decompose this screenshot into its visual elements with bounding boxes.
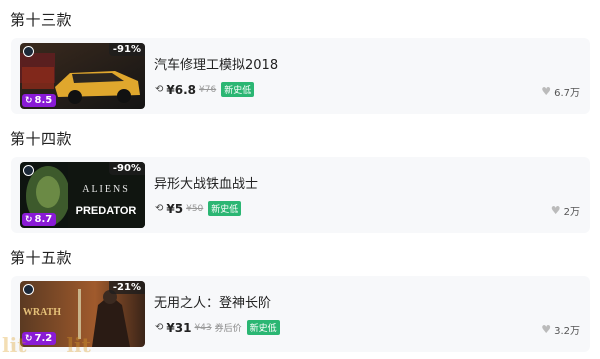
game-name[interactable]: 异形大战铁血战士 xyxy=(154,173,258,192)
score-badge: ↻ 8.7 xyxy=(22,213,57,226)
score-badge: ↻ 8.5 xyxy=(22,94,57,107)
historic-low-badge: 新史低 xyxy=(221,82,255,97)
game-card[interactable]: -91% ↻ 8.5 汽车修理工模拟2018 ⟲ ¥6.8 ¥76 新史低 ♥ … xyxy=(11,38,590,114)
current-price: ¥5 xyxy=(166,201,184,216)
price-row: ⟲ ¥6.8 ¥76 新史低 xyxy=(155,82,255,97)
likes[interactable]: ♥ 2万 xyxy=(551,203,580,218)
steam-icon xyxy=(23,284,34,295)
watermark-text: lit xyxy=(2,333,27,357)
watermark: lit lit xyxy=(2,333,91,357)
coupon-price-label: 券后价 xyxy=(214,324,242,334)
score-value: 8.7 xyxy=(34,214,53,225)
game-thumbnail[interactable]: ALIENS PREDATOR -90% ↻ 8.7 xyxy=(20,162,145,228)
heart-icon[interactable]: ♥ xyxy=(541,85,551,98)
likes-count: 2万 xyxy=(563,207,580,218)
score-icon: ↻ xyxy=(25,95,33,106)
likes-count: 6.7万 xyxy=(554,88,580,99)
game-card[interactable]: ALIENS PREDATOR -90% ↻ 8.7 异形大战铁血战士 ⟲ ¥5… xyxy=(11,157,590,233)
section-title: 第十五款 xyxy=(10,249,73,267)
original-price: ¥43 xyxy=(194,322,212,333)
likes[interactable]: ♥ 3.2万 xyxy=(541,322,580,337)
likes[interactable]: ♥ 6.7万 xyxy=(541,84,580,99)
likes-count: 3.2万 xyxy=(554,326,580,337)
historic-low-badge: 新史低 xyxy=(246,320,280,335)
game-thumbnail[interactable]: -91% ↻ 8.5 xyxy=(20,43,145,109)
original-price: ¥50 xyxy=(186,203,204,214)
steam-icon xyxy=(23,165,34,176)
price-row: ⟲ ¥5 ¥50 新史低 xyxy=(155,201,242,216)
current-price: ¥6.8 xyxy=(166,82,196,97)
watermark-text: lit xyxy=(66,333,91,357)
heart-icon[interactable]: ♥ xyxy=(551,204,561,217)
section-title: 第十四款 xyxy=(10,130,73,148)
game-name[interactable]: 无用之人：登神长阶 xyxy=(154,292,271,311)
thumb-title: WRATH xyxy=(23,307,61,318)
game-card[interactable]: WRATH -21% ↻ 7.2 无用之人：登神长阶 ⟲ ¥31 ¥43 券后价… xyxy=(11,276,590,352)
heart-icon[interactable]: ♥ xyxy=(541,323,551,336)
discount-tag: -90% xyxy=(108,162,145,175)
discount-tag: -91% xyxy=(108,43,145,56)
price-row: ⟲ ¥31 ¥43 券后价 新史低 xyxy=(155,320,280,335)
score-icon: ↻ xyxy=(25,214,33,225)
original-price: ¥76 xyxy=(199,84,217,95)
game-name[interactable]: 汽车修理工模拟2018 xyxy=(154,54,278,73)
price-tag-icon: ⟲ xyxy=(155,203,164,214)
current-price: ¥31 xyxy=(166,320,192,335)
historic-low-badge: 新史低 xyxy=(208,201,242,216)
discount-tag: -21% xyxy=(108,281,145,294)
steam-icon xyxy=(23,46,34,57)
thumb-title-line2: PREDATOR xyxy=(76,205,137,217)
section-title: 第十三款 xyxy=(10,11,73,29)
score-value: 8.5 xyxy=(34,95,53,106)
price-tag-icon: ⟲ xyxy=(155,322,164,333)
thumb-title-line1: ALIENS xyxy=(82,184,130,195)
price-tag-icon: ⟲ xyxy=(155,84,164,95)
